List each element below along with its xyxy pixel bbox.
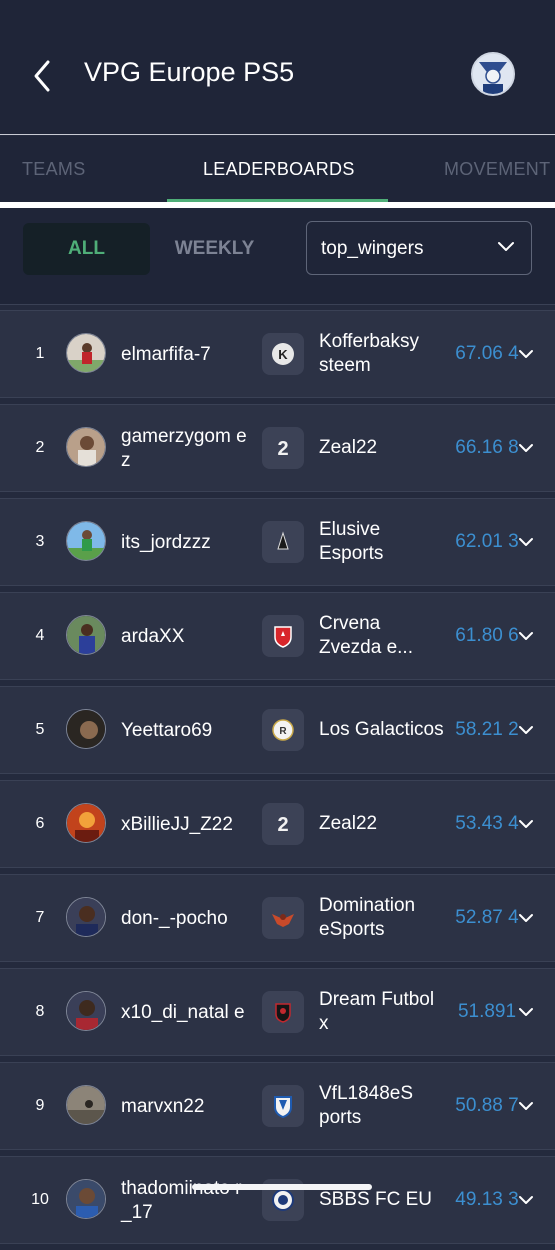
- score: 52.87 4: [455, 907, 519, 928]
- player-avatar: [66, 1179, 106, 1219]
- rank: 9: [35, 1097, 45, 1114]
- team-name: Elusive Esports: [319, 519, 384, 564]
- leaderboard-row[interactable]: 7 don-_-pocho Domination eSports 52.87 4: [0, 874, 555, 962]
- team-name: Domination eSports: [319, 895, 416, 940]
- leaderboard-row[interactable]: 1 elmarfifa-7 K Kofferbaksy steem 67.06 …: [0, 310, 555, 398]
- score: 67.06 4: [455, 343, 519, 364]
- rank: 5: [35, 721, 45, 738]
- rank: 6: [35, 815, 45, 832]
- chevron-down-icon[interactable]: [518, 818, 534, 830]
- svg-text:2: 2: [277, 438, 288, 460]
- player-name: its_jordzzz: [121, 532, 211, 553]
- user-avatar[interactable]: [471, 52, 515, 96]
- rank: 3: [35, 533, 45, 550]
- score: 50.88 7: [455, 1095, 519, 1116]
- team-logo: [262, 521, 304, 563]
- stat-dropdown-value: top_wingers: [321, 238, 424, 259]
- rank: 10: [31, 1191, 49, 1208]
- player-avatar: [66, 427, 106, 467]
- tab-leaderboards[interactable]: LEADERBOARDS: [203, 159, 355, 180]
- player-avatar: [66, 991, 106, 1031]
- player-name: ardaXX: [121, 626, 185, 647]
- tab-movement[interactable]: MOVEMENT: [444, 159, 550, 180]
- leaderboard-row[interactable]: 9 marvxn22 VfL1848eS ports 50.88 7: [0, 1062, 555, 1150]
- chevron-down-icon[interactable]: [518, 1194, 534, 1206]
- team-name: Zeal22: [319, 813, 378, 834]
- chevron-down-icon[interactable]: [518, 348, 534, 360]
- player-name: don-_-pocho: [121, 908, 228, 929]
- team-logo: K: [262, 333, 304, 375]
- chevron-down-icon[interactable]: [518, 630, 534, 642]
- svg-text:2: 2: [277, 814, 288, 836]
- player-name: x10_di_natal e: [121, 1002, 245, 1023]
- team-name: Dream Futbol x: [319, 989, 435, 1034]
- leaderboard-row[interactable]: 3 its_jordzzz Elusive Esports 62.01 3: [0, 498, 555, 586]
- player-avatar: [66, 1085, 106, 1125]
- team-logo: [262, 897, 304, 939]
- chevron-down-icon[interactable]: [518, 724, 534, 736]
- svg-text:K: K: [278, 347, 288, 362]
- svg-text:R: R: [279, 726, 287, 737]
- team-name: VfL1848eS ports: [319, 1083, 414, 1128]
- filter-bar: ALL WEEKLY top_wingers: [0, 208, 555, 305]
- score: 58.21 2: [455, 719, 519, 740]
- player-avatar: [66, 803, 106, 843]
- player-name: marvxn22: [121, 1096, 205, 1117]
- rank: 2: [35, 439, 45, 456]
- team-logo: [262, 615, 304, 657]
- player-name: gamerzygom ez: [121, 426, 247, 471]
- chevron-down-icon[interactable]: [518, 912, 534, 924]
- leaderboard-row[interactable]: 4 ardaXX Crvena Zvezda e... 61.80 6: [0, 592, 555, 680]
- home-indicator[interactable]: [192, 1184, 372, 1190]
- team-logo: [262, 1085, 304, 1127]
- team-name: Los Galacticos: [319, 719, 444, 740]
- chevron-down-icon[interactable]: [518, 1100, 534, 1112]
- team-logo: 2: [262, 803, 304, 845]
- team-name: Crvena Zvezda e...: [319, 613, 413, 658]
- team-name: Kofferbaksy steem: [319, 331, 419, 376]
- rank: 7: [35, 909, 45, 926]
- score: 53.43 4: [455, 813, 519, 834]
- leaderboard-row[interactable]: 8 x10_di_natal e Dream Futbol x 51.891: [0, 968, 555, 1056]
- team-logo: R: [262, 709, 304, 751]
- chevron-down-icon[interactable]: [518, 1006, 534, 1018]
- stat-dropdown[interactable]: top_wingers: [306, 221, 532, 275]
- player-avatar: [66, 897, 106, 937]
- score: 49.13 3: [455, 1189, 519, 1210]
- chevron-down-icon[interactable]: [518, 536, 534, 548]
- leaderboard-row[interactable]: 2 gamerzygom ez 2 Zeal22 66.16 8: [0, 404, 555, 492]
- score: 62.01 3: [455, 531, 519, 552]
- leaderboard-row[interactable]: 10 thadomiinato r_17 SBBS FC EU 49.13 3: [0, 1156, 555, 1244]
- player-avatar: [66, 615, 106, 655]
- leaderboard-row[interactable]: 5 Yeettaro69 R Los Galacticos 58.21 2: [0, 686, 555, 774]
- tab-bar: TEAMS LEADERBOARDS MOVEMENT: [0, 136, 555, 204]
- player-avatar: [66, 709, 106, 749]
- player-name: Yeettaro69: [121, 720, 213, 741]
- filter-weekly-button[interactable]: WEEKLY: [151, 223, 278, 275]
- chevron-down-icon: [498, 242, 514, 251]
- team-logo: [262, 991, 304, 1033]
- team-name: Zeal22: [319, 437, 378, 458]
- page-title: VPG Europe PS5: [84, 57, 295, 87]
- player-name: xBillieJJ_Z22: [121, 814, 233, 835]
- player-name: elmarfifa-7: [121, 344, 211, 365]
- rank: 4: [35, 627, 45, 644]
- leaderboard-row[interactable]: 6 xBillieJJ_Z22 2 Zeal22 53.43 4: [0, 780, 555, 868]
- player-avatar: [66, 521, 106, 561]
- score: 61.80 6: [455, 625, 519, 646]
- rank: 1: [35, 345, 45, 362]
- tab-teams[interactable]: TEAMS: [22, 159, 86, 180]
- back-arrow-icon[interactable]: [28, 58, 58, 94]
- leaderboard-list: 1 elmarfifa-7 K Kofferbaksy steem 67.06 …: [0, 310, 555, 1250]
- filter-all-button[interactable]: ALL: [23, 223, 150, 275]
- player-avatar: [66, 333, 106, 373]
- team-logo: 2: [262, 427, 304, 469]
- score: 66.16 8: [455, 437, 519, 458]
- rank: 8: [35, 1003, 45, 1020]
- score: 51.891: [457, 1001, 517, 1022]
- app-header: VPG Europe PS5: [0, 0, 555, 135]
- chevron-down-icon[interactable]: [518, 442, 534, 454]
